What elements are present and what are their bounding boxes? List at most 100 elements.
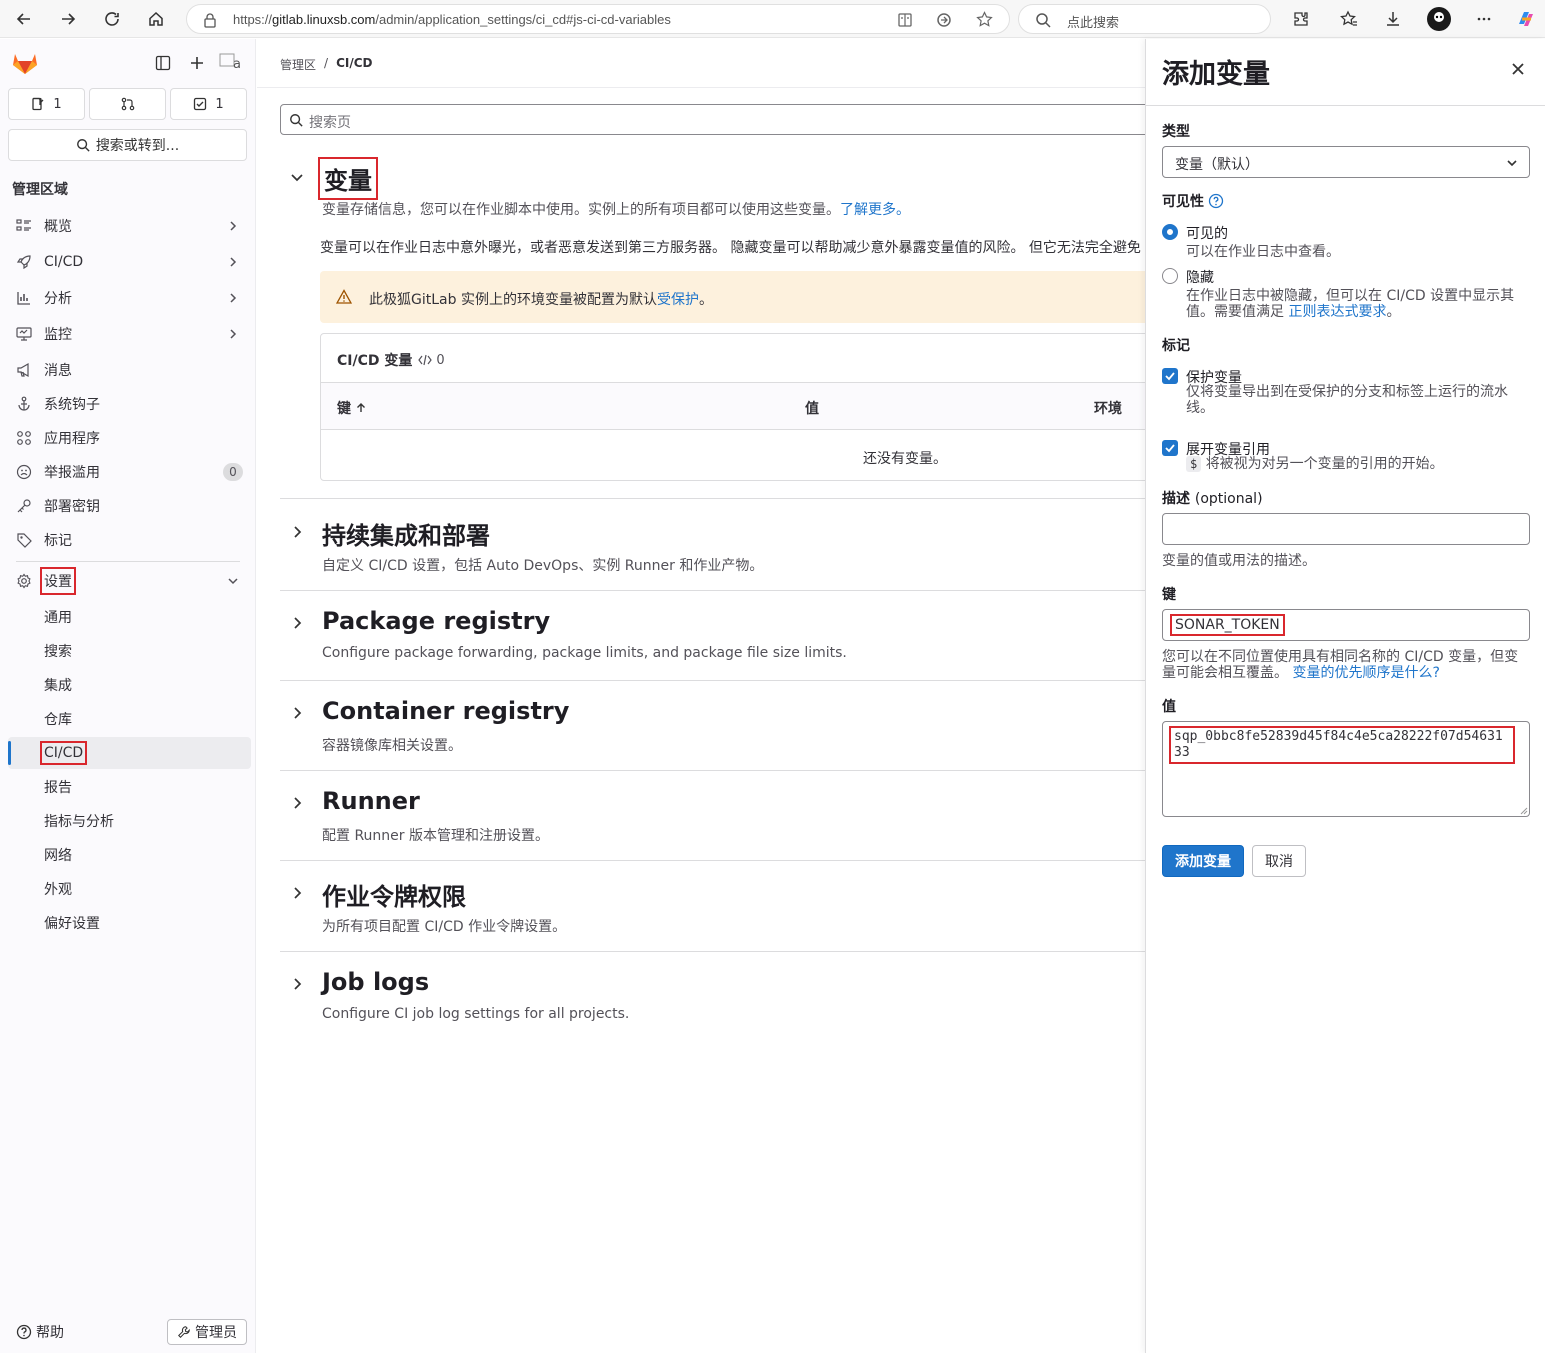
nav-item-settings[interactable]: 设置 — [8, 565, 248, 597]
search-or-goto-button[interactable]: 搜索或转到... — [8, 129, 247, 161]
search-icon — [76, 139, 90, 152]
nav-item-messages[interactable]: 消息 — [8, 354, 248, 386]
nav-item-analytics[interactable]: 分析 — [8, 282, 248, 314]
todos-button[interactable]: 1 — [170, 88, 247, 120]
chevron-right-icon[interactable] — [289, 795, 305, 811]
cicd-variables-card: CI/CD 变量 0 键 值 环境 还没有变量。 — [320, 333, 1145, 481]
value-label: 值 — [1162, 699, 1176, 715]
copilot-icon[interactable] — [1512, 5, 1540, 33]
more-options-icon[interactable] — [1470, 5, 1498, 33]
nav-item-cicd[interactable]: CI/CD — [8, 246, 248, 278]
nav-sub-general[interactable]: 通用 — [8, 601, 251, 633]
search-or-goto-label: 搜索或转到... — [95, 138, 180, 154]
nav-sub-reporting[interactable]: 报告 — [8, 771, 251, 803]
section-title-runner[interactable]: Runner — [322, 787, 420, 815]
expand-variable-checkbox[interactable] — [1162, 440, 1178, 456]
column-key-header[interactable]: 键 — [337, 398, 367, 418]
nav-sub-label: 网络 — [44, 848, 72, 864]
nav-sub-network[interactable]: 网络 — [8, 839, 251, 871]
value-textarea[interactable]: sqp_0bbc8fe52839d45f84c4e5ca28222f07d546… — [1162, 721, 1530, 817]
reader-mode-icon[interactable] — [897, 12, 913, 28]
nav-item-overview[interactable]: 概览 — [8, 210, 248, 242]
regex-requirements-link[interactable]: 正则表达式要求 — [1288, 304, 1386, 320]
question-icon[interactable] — [1208, 193, 1224, 209]
chevron-right-icon[interactable] — [289, 705, 305, 721]
create-new-icon[interactable] — [189, 55, 205, 71]
section-desc-runner: 配置 Runner 版本管理和注册设置。 — [322, 828, 549, 844]
column-environment-header: 环境 — [1094, 401, 1122, 417]
home-icon[interactable] — [142, 5, 170, 33]
lock-icon[interactable] — [203, 12, 217, 28]
section-title-container-registry[interactable]: Container registry — [322, 697, 569, 725]
browser-search-box[interactable]: 点此搜索 — [1018, 4, 1271, 34]
variable-precedence-link[interactable]: 变量的优先顺序是什么? — [1292, 665, 1439, 681]
nav-item-applications[interactable]: 应用程序 — [8, 422, 248, 454]
chevron-down-icon[interactable] — [289, 169, 305, 185]
variables-section-title[interactable]: 变量 — [318, 157, 378, 200]
browser-search-placeholder: 点此搜索 — [1067, 16, 1120, 31]
nav-item-monitoring[interactable]: 监控 — [8, 318, 248, 350]
nav-sub-cicd[interactable]: CI/CD — [8, 737, 251, 769]
overview-icon — [16, 219, 31, 231]
nav-sub-repository[interactable]: 仓库 — [8, 703, 251, 735]
profile-avatar-icon[interactable] — [1425, 5, 1453, 33]
key-input[interactable]: SONAR_TOKEN — [1162, 609, 1530, 641]
nav-item-labels[interactable]: 标记 — [8, 524, 248, 556]
nav-sub-label: 偏好设置 — [44, 916, 100, 932]
card-header: CI/CD 变量 0 — [337, 350, 445, 370]
section-title-job-token[interactable]: 作业令牌权限 — [322, 877, 466, 912]
merge-requests-button[interactable] — [89, 88, 166, 120]
reload-icon[interactable] — [98, 5, 126, 33]
refresh-page-icon[interactable] — [936, 12, 952, 28]
breadcrumb: 管理区 / CI/CD — [280, 56, 372, 73]
issues-count: 1 — [53, 96, 62, 112]
toggle-sidebar-icon[interactable] — [155, 55, 171, 71]
chevron-right-icon[interactable] — [289, 524, 305, 540]
learn-more-link[interactable]: 了解更多。 — [840, 202, 910, 218]
assigned-issues-button[interactable]: 1 — [8, 88, 85, 120]
description-input[interactable] — [1162, 513, 1530, 545]
favorite-star-icon[interactable] — [976, 11, 993, 28]
close-icon[interactable] — [1508, 59, 1528, 79]
breadcrumb-admin[interactable]: 管理区 — [280, 56, 316, 73]
section-title-package-registry[interactable]: Package registry — [322, 607, 550, 635]
breadcrumb-current[interactable]: CI/CD — [336, 56, 372, 73]
add-variable-button[interactable]: 添加变量 — [1162, 845, 1244, 877]
protected-link[interactable]: 受保护 — [657, 292, 699, 308]
nav-item-deploy-keys[interactable]: 部署密钥 — [8, 490, 248, 522]
admin-button[interactable]: 管理员 — [167, 1319, 247, 1345]
protect-variable-checkbox[interactable] — [1162, 368, 1178, 384]
back-icon[interactable] — [10, 5, 38, 33]
chevron-right-icon[interactable] — [289, 976, 305, 992]
todo-icon — [194, 97, 207, 111]
type-select[interactable]: 变量（默认） — [1162, 146, 1530, 178]
visibility-visible-radio[interactable] — [1162, 224, 1178, 240]
gitlab-logo-icon[interactable] — [12, 51, 38, 75]
address-bar[interactable]: https://gitlab.linuxsb.com/admin/applica… — [186, 4, 1010, 34]
section-title-job-logs[interactable]: Job logs — [322, 968, 429, 996]
help-button[interactable]: 帮助 — [16, 1322, 64, 1342]
extensions-icon[interactable] — [1287, 5, 1315, 33]
nav-sub-search[interactable]: 搜索 — [8, 635, 251, 667]
nav-sub-preferences[interactable]: 偏好设置 — [8, 907, 251, 939]
nav-item-abuse-reports[interactable]: 举报滥用 0 — [8, 456, 248, 488]
nav-sub-metrics[interactable]: 指标与分析 — [8, 805, 251, 837]
chevron-right-icon[interactable] — [289, 615, 305, 631]
section-title-cicd[interactable]: 持续集成和部署 — [322, 516, 490, 551]
cancel-button[interactable]: 取消 — [1252, 845, 1306, 877]
add-variable-drawer: 添加变量 类型 变量（默认） 可见性 可见的 可以在作业日志中查看。 隐藏 在作… — [1145, 39, 1545, 1353]
download-icon[interactable] — [1379, 5, 1407, 33]
settings-search-input[interactable]: 搜索页 — [280, 104, 1145, 135]
visibility-hidden-radio[interactable] — [1162, 268, 1178, 284]
issues-icon — [32, 97, 44, 111]
nav-sub-appearance[interactable]: 外观 — [8, 873, 251, 905]
svg-text:a: a — [233, 57, 241, 72]
nav-sub-label: 集成 — [44, 678, 72, 694]
resize-handle-icon[interactable] — [1520, 807, 1528, 815]
chevron-right-icon[interactable] — [289, 885, 305, 901]
user-avatar[interactable]: a — [219, 51, 243, 75]
nav-item-system-hooks[interactable]: 系统钩子 — [8, 388, 248, 420]
favorites-icon[interactable] — [1335, 5, 1363, 33]
forward-icon[interactable] — [54, 5, 82, 33]
nav-sub-integrations[interactable]: 集成 — [8, 669, 251, 701]
